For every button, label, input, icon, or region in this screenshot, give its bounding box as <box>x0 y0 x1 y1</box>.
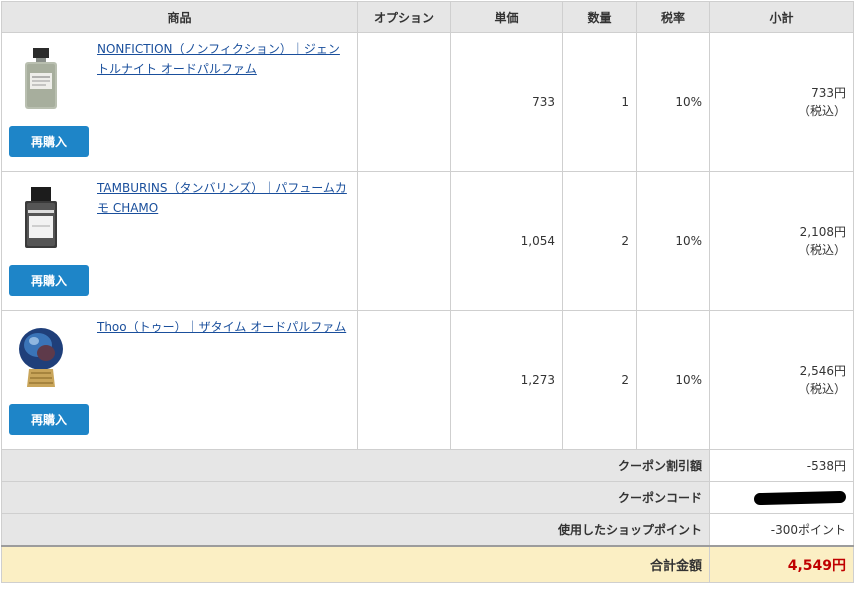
subtotal-value: 2,546円 <box>799 364 846 378</box>
coupon-code-row: クーポンコード <box>1 481 854 514</box>
col-header-option: オプション <box>357 1 451 33</box>
option-cell <box>357 32 451 172</box>
product-cell: Thoo（トゥー）｜ザタイム オードパルファム 再購入 <box>1 310 358 450</box>
tax-included-note: （税込） <box>797 104 846 118</box>
coupon-discount-row: クーポン割引額 -538円 <box>1 449 854 482</box>
quantity-cell: 1 <box>562 32 637 172</box>
subtotal-value: 2,108円 <box>799 225 846 239</box>
points-label: 使用したショップポイント <box>1 513 710 547</box>
rebuy-button[interactable]: 再購入 <box>9 404 89 435</box>
table-row: TAMBURINS（タンバリンズ）｜パフュームカモ CHAMO 再購入 1,05… <box>1 171 854 311</box>
col-header-quantity: 数量 <box>562 1 637 33</box>
col-header-unit-price: 単価 <box>450 1 563 33</box>
coupon-discount-value: -538円 <box>709 449 854 482</box>
product-cell: NONFICTION（ノンフィクション）｜ジェントルナイト オードパルファム 再… <box>1 32 358 172</box>
quantity-cell: 2 <box>562 310 637 450</box>
product-image-tamburins[interactable] <box>16 186 66 250</box>
coupon-code-value <box>709 481 854 514</box>
subtotal-cell: 2,108円 （税込） <box>709 171 854 311</box>
unit-price-cell: 1,273 <box>450 310 563 450</box>
quantity-cell: 2 <box>562 171 637 311</box>
redaction-mark <box>753 490 847 506</box>
total-row: 合計金額 4,549円 <box>1 545 854 583</box>
unit-price-cell: 1,054 <box>450 171 563 311</box>
tax-included-note: （税込） <box>797 382 846 396</box>
subtotal-cell: 733円 （税込） <box>709 32 854 172</box>
product-name-link[interactable]: TAMBURINS（タンバリンズ）｜パフュームカモ CHAMO <box>97 178 351 218</box>
tax-rate-cell: 10% <box>636 32 710 172</box>
total-label: 合計金額 <box>1 545 710 583</box>
points-row: 使用したショップポイント -300ポイント <box>1 513 854 547</box>
col-header-subtotal: 小計 <box>709 1 854 33</box>
order-table: 商品 オプション 単価 数量 税率 小計 NONFICTION（ノンフィクション… <box>1 1 854 583</box>
header-row: 商品 オプション 単価 数量 税率 小計 <box>1 1 854 33</box>
product-image-thoo[interactable] <box>16 325 66 389</box>
table-row: Thoo（トゥー）｜ザタイム オードパルファム 再購入 1,273 2 10% … <box>1 310 854 450</box>
product-image-nonfiction[interactable] <box>16 47 66 111</box>
unit-price-cell: 733 <box>450 32 563 172</box>
order-detail: 商品 オプション 単価 数量 税率 小計 NONFICTION（ノンフィクション… <box>1 1 854 588</box>
tax-rate-cell: 10% <box>636 310 710 450</box>
tax-rate-cell: 10% <box>636 171 710 311</box>
product-name-link[interactable]: NONFICTION（ノンフィクション）｜ジェントルナイト オードパルファム <box>97 39 351 79</box>
tax-included-note: （税込） <box>797 243 846 257</box>
rebuy-button[interactable]: 再購入 <box>9 126 89 157</box>
coupon-code-label: クーポンコード <box>1 481 710 514</box>
product-cell: TAMBURINS（タンバリンズ）｜パフュームカモ CHAMO 再購入 <box>1 171 358 311</box>
product-name-link[interactable]: Thoo（トゥー）｜ザタイム オードパルファム <box>97 317 351 337</box>
option-cell <box>357 310 451 450</box>
subtotal-value: 733円 <box>811 86 846 100</box>
col-header-tax-rate: 税率 <box>636 1 710 33</box>
col-header-product: 商品 <box>1 1 358 33</box>
total-value: 4,549円 <box>709 545 854 583</box>
subtotal-cell: 2,546円 （税込） <box>709 310 854 450</box>
points-value: -300ポイント <box>709 513 854 547</box>
table-row: NONFICTION（ノンフィクション）｜ジェントルナイト オードパルファム 再… <box>1 32 854 172</box>
rebuy-button[interactable]: 再購入 <box>9 265 89 296</box>
option-cell <box>357 171 451 311</box>
coupon-discount-label: クーポン割引額 <box>1 449 710 482</box>
